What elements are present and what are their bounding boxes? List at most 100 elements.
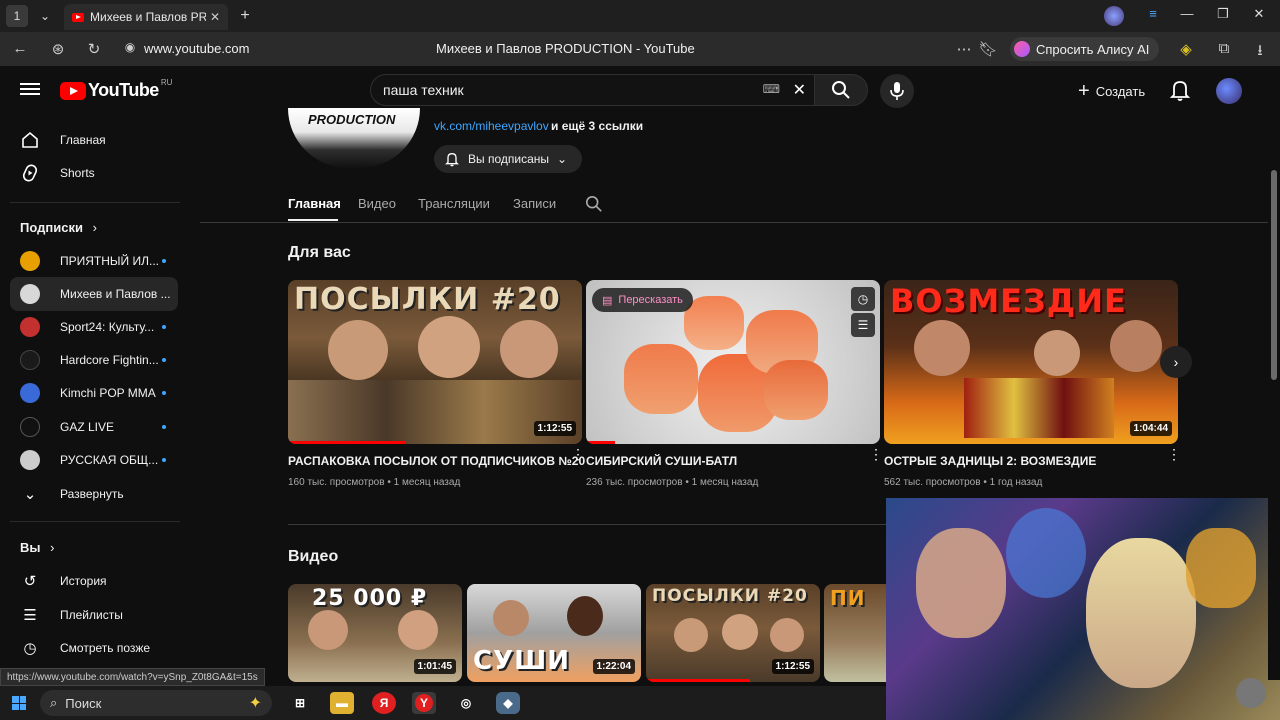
sidebar-sub-1[interactable]: ПРИЯТНЫЙ ИЛ... (10, 244, 178, 278)
notifications-bell-icon[interactable] (1168, 78, 1192, 102)
sidebar-item-label: Развернуть (60, 487, 124, 501)
sidebar-item-label: Смотреть позже (60, 641, 151, 655)
thumbnail-figure (1034, 330, 1080, 376)
windows-start-icon[interactable] (12, 696, 26, 710)
bookmark-icon[interactable]: 🔖︎ (978, 40, 998, 58)
sidebar: Главная Shorts Подписки › ПРИЯТНЫЙ ИЛ...… (0, 114, 190, 680)
profile-icon[interactable] (1104, 6, 1124, 26)
channel-link[interactable]: vk.com/miheevpavlov (434, 119, 549, 133)
site-info-icon[interactable]: ◉ (120, 40, 140, 54)
carousel-next-button[interactable]: › (1160, 346, 1192, 378)
more-links[interactable]: и ещё 3 ссылки (551, 119, 643, 133)
more-actions-icon[interactable]: ⋮ (1167, 447, 1181, 461)
you-heading[interactable]: Вы › (20, 540, 54, 555)
account-avatar[interactable] (1216, 78, 1242, 104)
create-button[interactable]: + Создать (1066, 74, 1157, 108)
sidebar-item-watch-later[interactable]: ◷ Смотреть позже (10, 631, 178, 665)
tab-streams[interactable]: Трансляции (418, 196, 490, 211)
downloads-menu-icon[interactable]: ≡ (1138, 6, 1168, 21)
minimize-icon[interactable]: — (1172, 6, 1202, 21)
page-title: Михеев и Павлов PRODUCTION - YouTube (436, 41, 695, 56)
taskbar-search[interactable]: ⌕ Поиск ✦ (40, 690, 272, 716)
back-icon[interactable]: ← (10, 40, 30, 57)
yandex-browser-icon[interactable]: Y (412, 692, 436, 714)
collections-icon[interactable]: ⧉ (1214, 40, 1234, 57)
video-thumbnail[interactable]: ПОСЫЛКИ #20 1:12:55 (646, 584, 820, 682)
watch-progress (646, 679, 751, 682)
maximize-icon[interactable]: ❐ (1208, 6, 1238, 22)
retell-button[interactable]: ▤ Пересказать (592, 288, 693, 312)
yandex-protect-icon[interactable]: ⊛ (48, 40, 68, 58)
sidebar-expand[interactable]: ⌄ Развернуть (10, 477, 178, 511)
more-actions-icon[interactable]: ⋮ (571, 447, 585, 461)
yandex-icon[interactable]: Я (372, 692, 396, 714)
for-you-heading: Для вас (288, 244, 351, 261)
video-title[interactable]: РАСПАКОВКА ПОСЫЛОК ОТ ПОДПИСЧИКОВ №20 (288, 454, 585, 468)
thumbnail-text: ВОЗМЕЗДИЕ (890, 282, 1127, 320)
clear-search-icon[interactable]: ✕ (793, 80, 806, 100)
task-view-icon[interactable]: ⊞ (288, 692, 312, 714)
sidebar-sub-2[interactable]: Михеев и Павлов ... (10, 277, 178, 311)
video-duration: 1:01:45 (413, 659, 456, 674)
sidebar-item-playlists[interactable]: ☰ Плейлисты (10, 598, 178, 632)
tab-posts[interactable]: Записи (513, 196, 556, 211)
sidebar-sub-3[interactable]: Sport24: Культу... (10, 310, 178, 344)
more-actions-icon[interactable]: ⋮ (869, 447, 883, 461)
scrollbar-thumb[interactable] (1271, 170, 1277, 380)
video-thumbnail[interactable]: 25 000 ₽ 1:01:45 (288, 584, 462, 682)
bell-icon (445, 152, 459, 167)
video-title[interactable]: СИБИРСКИЙ СУШИ-БАТЛ (586, 454, 737, 468)
obs-icon[interactable]: ◎ (454, 692, 478, 714)
close-window-icon[interactable]: ✕ (1244, 6, 1274, 22)
more-icon[interactable]: ⋯ (954, 40, 974, 58)
video-title[interactable]: ОСТРЫЕ ЗАДНИЦЫ 2: ВОЗМЕЗДИЕ (884, 454, 1096, 468)
webcam-overlay (886, 498, 1280, 720)
file-explorer-icon[interactable]: ▬ (330, 692, 354, 714)
channel-search-icon[interactable] (585, 195, 603, 213)
thumbnail-figure (914, 320, 970, 376)
reload-icon[interactable]: ↻ (84, 40, 104, 58)
address-bar: ← ⊛ ↻ ◉ www.youtube.com Михеев и Павлов … (0, 32, 1280, 66)
sidebar-item-home[interactable]: Главная (10, 123, 178, 157)
page-scrollbar[interactable] (1268, 66, 1280, 680)
watch-later-icon[interactable]: ◷ (851, 287, 875, 311)
channel-avatar-icon (20, 450, 40, 470)
sidebar-item-history[interactable]: ↺ История (10, 564, 178, 598)
add-to-queue-icon[interactable]: ☰ (851, 313, 875, 337)
download-icon[interactable]: ⭳ (1250, 40, 1270, 65)
video-thumbnail[interactable]: ВОЗМЕЗДИЕ 1:04:44 (884, 280, 1178, 444)
video-thumbnail[interactable]: СУШИ 1:22:04 (467, 584, 641, 682)
youtube-logo[interactable]: YouTube RU (60, 78, 172, 101)
tab-videos[interactable]: Видео (358, 196, 396, 211)
hamburger-menu-icon[interactable] (20, 80, 40, 100)
sidebar-sub-6[interactable]: GAZ LIVE (10, 410, 178, 444)
app-icon[interactable]: ◆ (496, 692, 520, 714)
browser-tab-active[interactable]: Михеев и Павлов PRODUCTION - YouTube ✕ (64, 4, 228, 30)
sidebar-sub-4[interactable]: Hardcore Fightin... (10, 343, 178, 377)
sidebar-item-shorts[interactable]: Shorts (10, 156, 178, 190)
video-thumbnail[interactable]: ПИ (824, 584, 886, 682)
sidebar-sub-5[interactable]: Kimchi POP MMA (10, 376, 178, 410)
shorts-icon (20, 163, 40, 183)
search-button[interactable] (814, 74, 868, 106)
url-field[interactable]: www.youtube.com (144, 41, 250, 56)
keyboard-icon[interactable]: ⌨ (763, 82, 780, 96)
extension-icon[interactable]: ◈ (1176, 40, 1196, 58)
new-tab-icon[interactable]: + (234, 5, 256, 27)
watch-later-icon: ◷ (23, 640, 37, 657)
chevron-down-icon[interactable]: ⌄ (34, 5, 56, 27)
subscribed-button[interactable]: Вы подписаны ⌄ (434, 145, 582, 173)
sidebar-item-label: Главная (60, 133, 106, 147)
chevron-down-icon: ⌄ (23, 486, 37, 503)
channel-avatar[interactable]: PRODUCTION (288, 108, 420, 168)
search-input[interactable]: паша техник ⌨ ✕ (370, 74, 814, 106)
video-thumbnail[interactable]: ПОСЫЛКИ #20 1:12:55 (288, 280, 582, 444)
alice-button[interactable]: Спросить Алису AI (1010, 37, 1160, 61)
close-tab-icon[interactable]: ✕ (210, 10, 220, 24)
voice-search-button[interactable] (880, 74, 914, 108)
tab-home[interactable]: Главная (288, 196, 341, 211)
thumbnail-figure (308, 610, 348, 650)
tab-count-button[interactable]: 1 (6, 5, 28, 27)
sidebar-sub-7[interactable]: РУССКАЯ ОБЩ... (10, 443, 178, 477)
subscriptions-heading[interactable]: Подписки › (20, 220, 97, 235)
